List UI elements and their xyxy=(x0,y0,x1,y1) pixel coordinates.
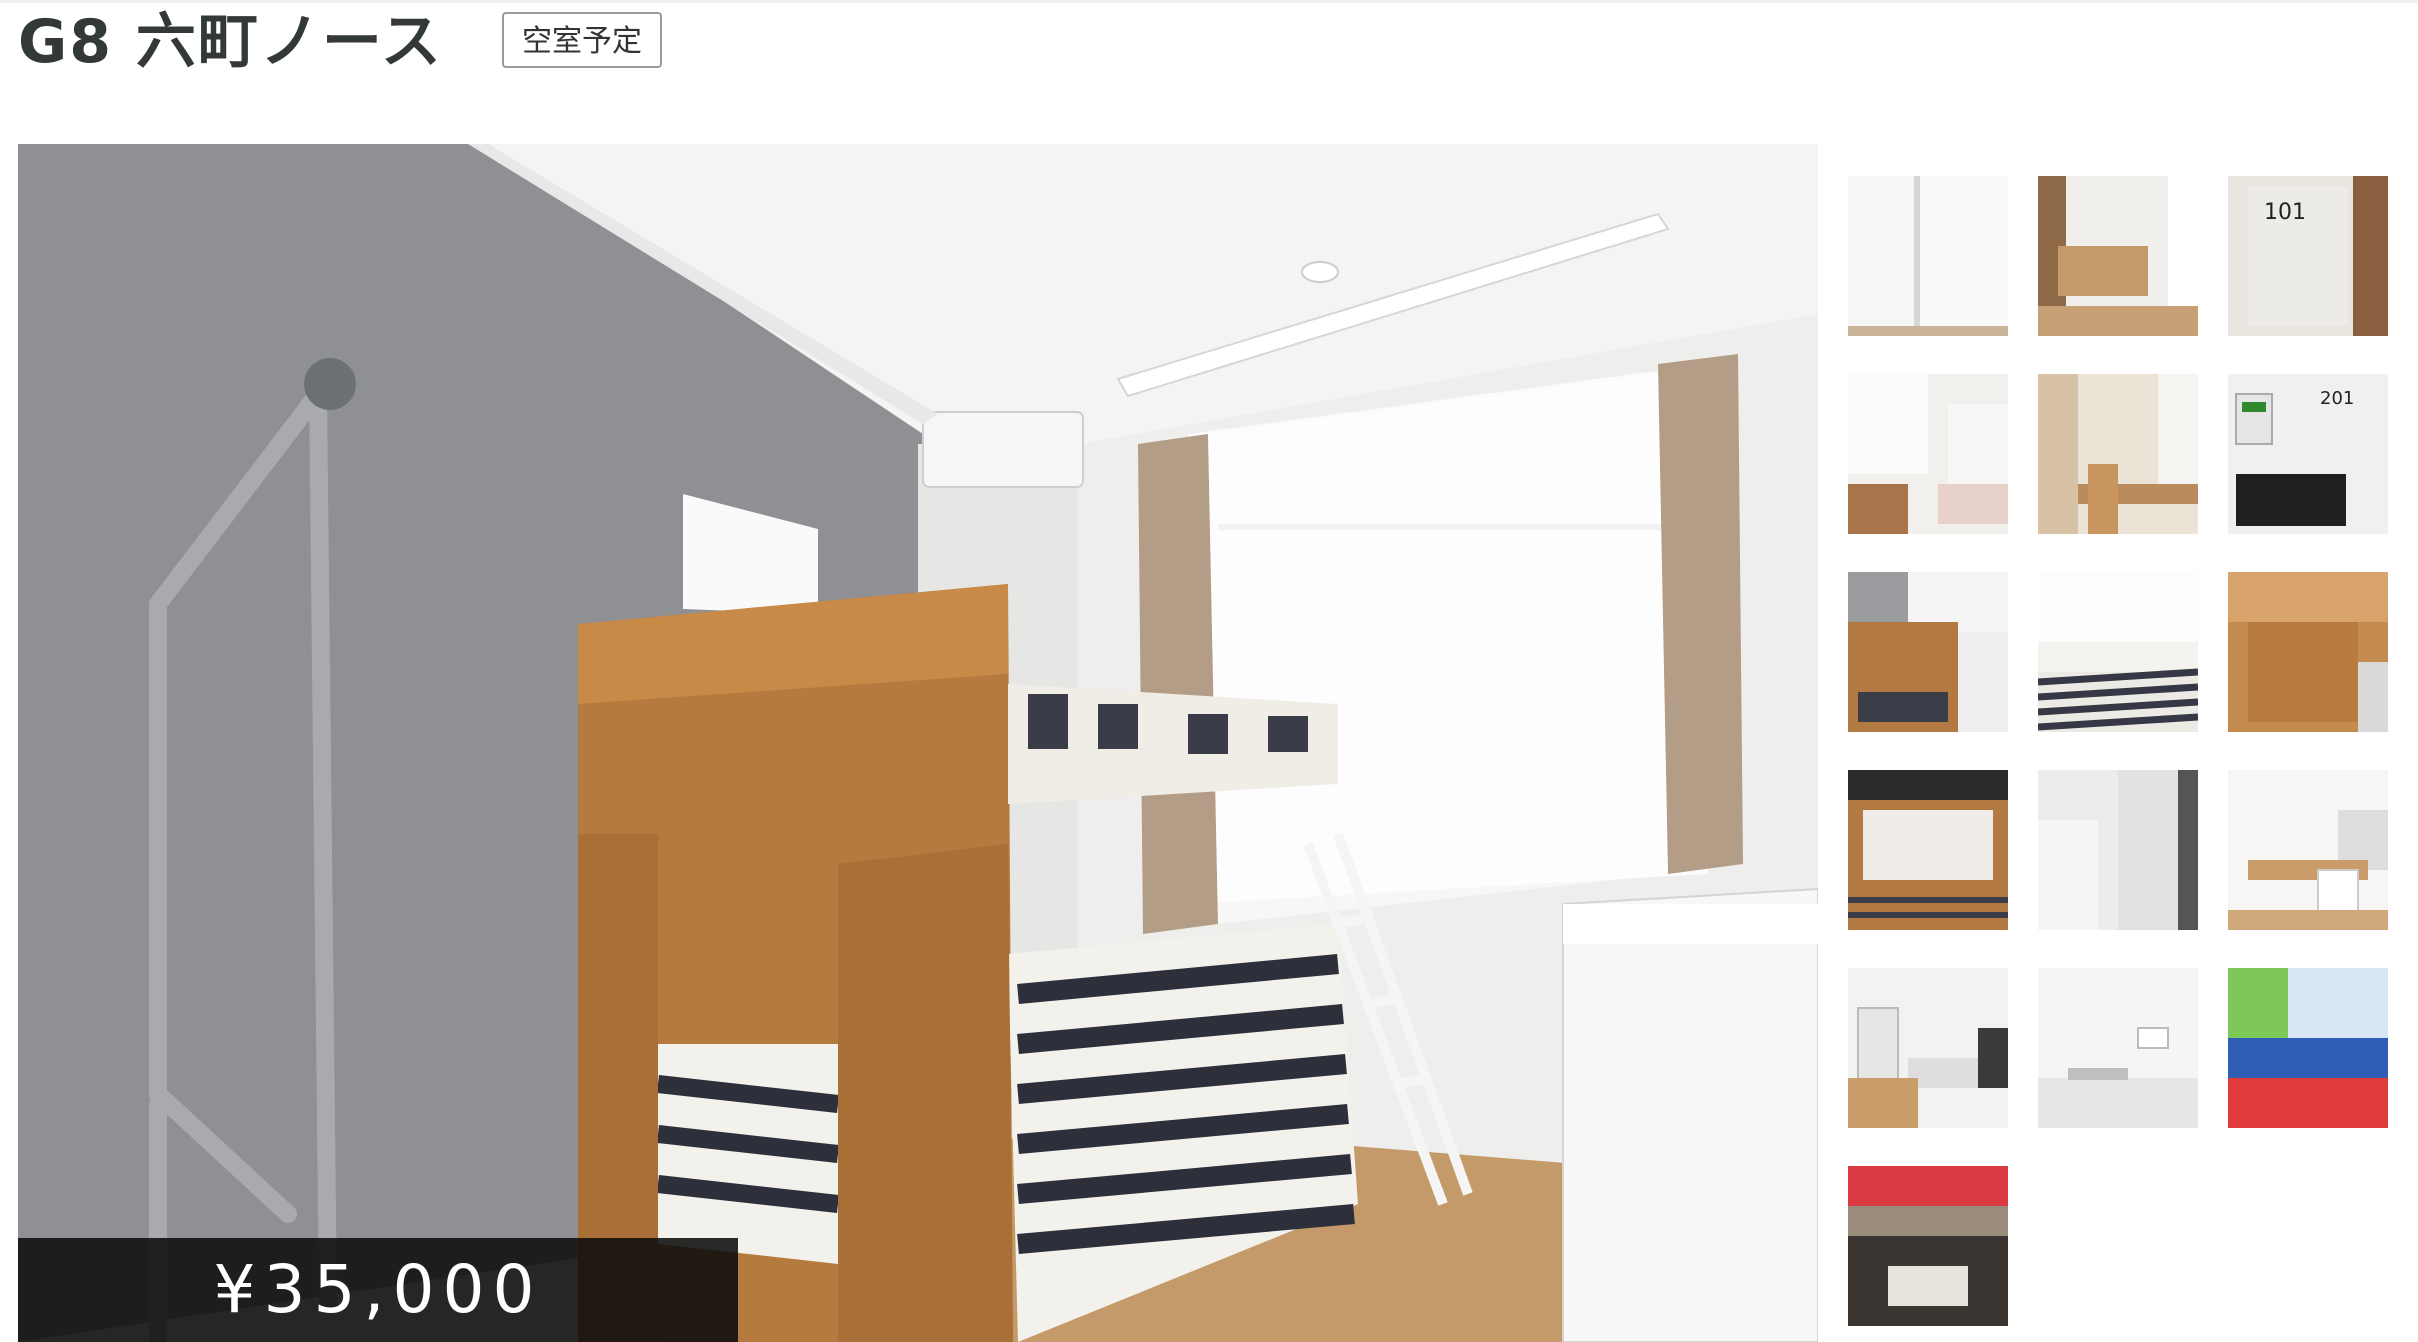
thumbnail-item[interactable] xyxy=(1848,176,2008,336)
thumb-dining-room-image xyxy=(2228,770,2388,930)
room-number-label: 101 xyxy=(2264,200,2306,225)
thumbnail-item[interactable] xyxy=(2228,968,2388,1128)
thumbnail-item[interactable]: 201 xyxy=(2228,374,2388,534)
thumbnail-item[interactable] xyxy=(1848,968,2008,1128)
thumbnail-item[interactable] xyxy=(2038,968,2198,1128)
page-title: G8 六町ノース xyxy=(18,7,443,77)
thumbnail-item[interactable] xyxy=(2038,572,2198,732)
thumb-door-201-image xyxy=(2228,374,2388,534)
thumb-supplies-image xyxy=(2228,968,2388,1128)
thumb-station-image xyxy=(1848,1166,2008,1326)
thumbnail-item[interactable] xyxy=(1848,1166,2008,1326)
thumbnail-item[interactable] xyxy=(1848,572,2008,732)
thumb-door-101-image xyxy=(2228,176,2388,336)
price-label: ¥35,000 xyxy=(18,1238,738,1342)
thumbnail-item[interactable] xyxy=(2038,176,2198,336)
thumb-dining-hallway-image xyxy=(2038,176,2198,336)
thumb-desk-chair-image xyxy=(2038,374,2198,534)
thumbnail-item[interactable] xyxy=(2228,770,2388,930)
status-badge: 空室予定 xyxy=(502,12,662,68)
thumb-kitchen-image xyxy=(1848,968,2008,1128)
main-photo[interactable]: ¥35,000 xyxy=(18,144,1818,1342)
thumb-bunk-bed-image xyxy=(1848,572,2008,732)
thumb-closet-image xyxy=(2038,770,2198,930)
thumb-lower-bunk-image xyxy=(1848,770,2008,930)
thumbnail-gallery: 101 201 xyxy=(1848,176,2398,1326)
thumb-striped-bed-image xyxy=(2038,572,2198,732)
thumbnail-item[interactable] xyxy=(2038,374,2198,534)
thumb-room-bed-image xyxy=(1848,374,2008,534)
thumb-shelf-closeup-image xyxy=(2228,572,2388,732)
thumbnail-item[interactable] xyxy=(1848,374,2008,534)
bedroom-photo-illustration xyxy=(18,144,1818,1342)
thumbnail-item[interactable] xyxy=(2038,770,2198,930)
thumbnail-item[interactable] xyxy=(2228,572,2388,732)
thumbnail-item[interactable]: 101 xyxy=(2228,176,2388,336)
room-number-label: 201 xyxy=(2320,388,2355,409)
thumb-window-image xyxy=(1848,176,2008,336)
thumbnail-item[interactable] xyxy=(1848,770,2008,930)
thumb-kitchen-sink-image xyxy=(2038,968,2198,1128)
